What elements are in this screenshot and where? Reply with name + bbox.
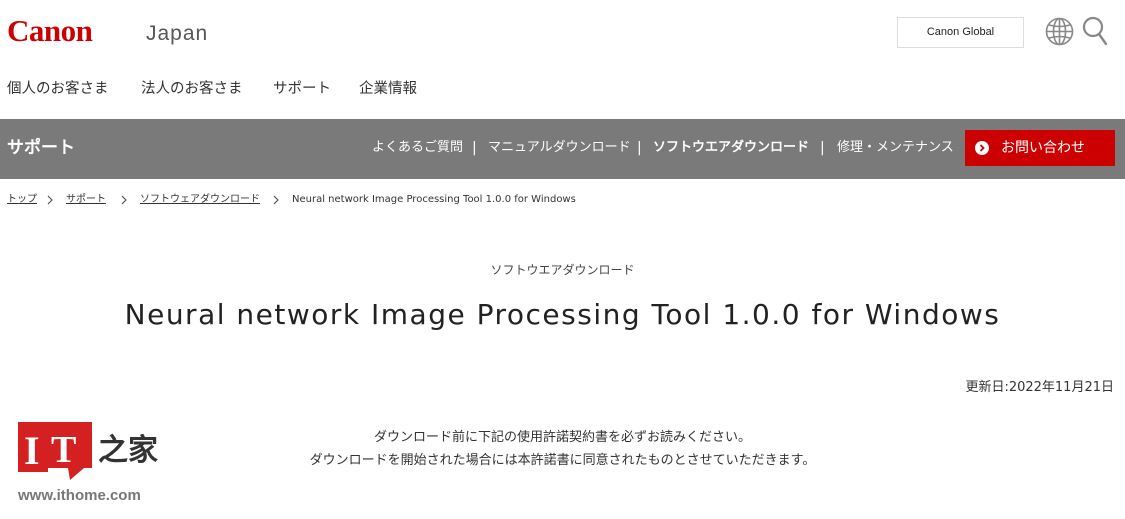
svg-text:之家: 之家 xyxy=(98,433,158,468)
chevron-right-circle-icon xyxy=(975,141,989,155)
canon-logo[interactable]: Canon xyxy=(7,13,93,49)
updated-date: 更新日:2022年11月21日 xyxy=(965,380,1114,395)
nav-item-personal[interactable]: 個人のお客さま xyxy=(7,78,109,100)
separator: | xyxy=(637,140,642,156)
contact-button[interactable]: お問い合わせ xyxy=(965,130,1115,166)
breadcrumb-support[interactable]: サポート xyxy=(66,192,106,208)
chevron-right-icon xyxy=(47,195,53,205)
svg-text:I: I xyxy=(24,428,40,473)
sub-link-faq[interactable]: よくあるご質問 xyxy=(372,138,463,158)
globe-icon[interactable] xyxy=(1045,17,1074,46)
support-bar: サポート よくあるご質問 | マニュアルダウンロード | ソフトウエアダウンロー… xyxy=(0,119,1125,179)
search-icon[interactable] xyxy=(1082,16,1108,46)
canon-global-button[interactable]: Canon Global xyxy=(897,17,1024,48)
separator: | xyxy=(472,140,477,156)
breadcrumb: トップ サポート ソフトウェアダウンロード Neural network Ima… xyxy=(0,192,1125,208)
nav-item-business[interactable]: 法人のお客さま xyxy=(141,78,243,100)
support-title[interactable]: サポート xyxy=(7,136,75,160)
svg-text:T: T xyxy=(51,429,76,471)
separator: | xyxy=(820,140,825,156)
contact-button-label: お問い合わせ xyxy=(1001,140,1085,156)
sub-link-software-download[interactable]: ソフトウエアダウンロード xyxy=(653,138,809,158)
license-notice-line-1: ダウンロード前に下記の使用許諾契約書を必ずお読みください。 xyxy=(373,430,751,445)
license-notice-line-2: ダウンロードを開始された場合には本許諾書に同意されたものとさせていただきます。 xyxy=(309,453,816,468)
region-label: Japan xyxy=(146,22,209,45)
category-label: ソフトウエアダウンロード xyxy=(490,263,635,277)
chevron-right-icon xyxy=(121,195,127,205)
chevron-right-icon xyxy=(273,195,279,205)
page-title: Neural network Image Processing Tool 1.0… xyxy=(124,298,1001,331)
breadcrumb-top[interactable]: トップ xyxy=(7,192,37,208)
sub-link-manual-download[interactable]: マニュアルダウンロード xyxy=(488,138,631,158)
nav-item-support[interactable]: サポート xyxy=(273,78,331,100)
site-header: Canon Japan Canon Global xyxy=(0,0,1125,65)
sub-link-repair-maintenance[interactable]: 修理・メンテナンス xyxy=(837,138,954,158)
breadcrumb-software-download[interactable]: ソフトウェアダウンロード xyxy=(140,192,260,208)
ithome-watermark-logo: I T 之家 xyxy=(18,422,158,480)
watermark-url: www.ithome.com xyxy=(18,487,141,504)
breadcrumb-current: Neural network Image Processing Tool 1.0… xyxy=(292,194,576,205)
nav-item-corporate[interactable]: 企業情報 xyxy=(359,78,417,100)
page: Canon Japan Canon Global 個人のお客さま 法人のお客さま… xyxy=(0,0,1125,519)
